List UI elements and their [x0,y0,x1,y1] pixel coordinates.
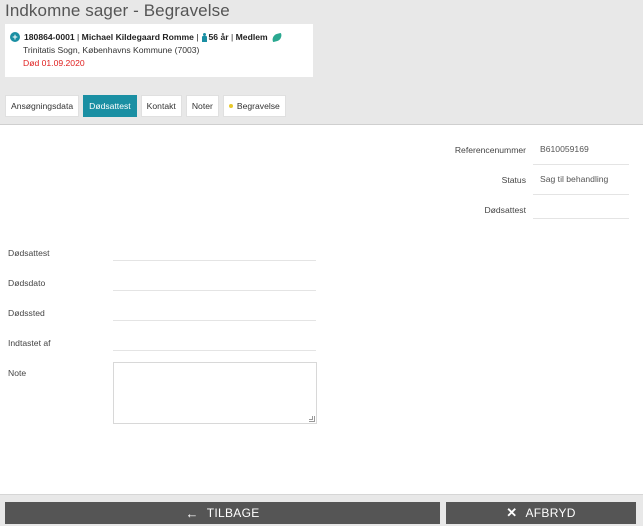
tab-contact[interactable]: Kontakt [140,95,182,117]
close-icon: ✕ [506,505,518,520]
certificate-value [533,197,629,219]
tab-label: Dødsattest [89,101,131,111]
arrow-left-icon: ← [185,505,199,521]
form-death-date-label: Dødsdato [8,278,46,288]
status-label: Status [501,175,526,185]
tab-death-certificate[interactable]: Dødsattest [83,95,137,117]
form-note-label: Note [8,368,27,378]
form-entered-by-label: Indtastet af [8,338,51,348]
form-death-place-label: Dødssted [8,308,45,318]
person-name: Michael Kildegaard Romme [81,32,194,42]
resize-handle-icon[interactable] [309,416,315,422]
person-age: 56 år [208,32,229,42]
page-title: Indkomne sager - Begravelse [5,1,230,20]
case-info-line: + 180864-0001 | Michael Kildegaard Romme… [10,32,283,42]
note-textarea[interactable] [113,362,317,424]
form-death-date-field[interactable] [113,277,316,291]
separator: | [228,32,236,42]
tab-funeral[interactable]: Begravelse [222,95,286,117]
status-value: Sag til behandling [533,173,629,195]
funeral-dot-icon [228,104,233,108]
back-button[interactable]: ← TILBAGE [5,502,440,524]
case-summary-card: + 180864-0001 | Michael Kildegaard Romme… [5,24,313,77]
leaf-icon [270,32,283,42]
form-death-place-field[interactable] [113,307,316,321]
parish-info: Trinitatis Sogn, Københavns Kommune (700… [23,45,200,55]
case-id: 180864-0001 [24,32,75,42]
form-entered-by-field[interactable] [113,337,316,351]
membership-status: Medlem [235,32,268,42]
form-certificate-field[interactable] [113,247,316,261]
tab-bar: Ansøgningsdata Dødsattest Kontakt Noter … [5,95,286,117]
certificate-label: Dødsattest [484,205,526,215]
reference-label: Referencenummer [454,145,526,155]
tab-application-data[interactable]: Ansøgningsdata [5,95,80,117]
form-certificate-label: Dødsattest [8,248,50,258]
separator: | [74,32,82,42]
tab-label: Begravelse [236,101,280,111]
back-button-label: TILBAGE [206,506,260,520]
plus-circle-icon[interactable]: + [10,32,20,42]
tab-label: Noter [191,101,213,111]
tab-notes[interactable]: Noter [185,95,219,117]
death-date: Død 01.09.2020 [23,58,85,68]
header-area: Indkomne sager - Begravelse + 180864-000… [0,0,643,125]
tab-label: Ansøgningsdata [11,101,74,111]
person-icon [201,32,207,42]
cancel-button[interactable]: ✕ AFBRYD [446,502,636,524]
tab-label: Kontakt [146,101,176,111]
separator: | [193,32,199,42]
cancel-button-label: AFBRYD [525,506,576,520]
reference-value: B610059169 [533,143,629,165]
